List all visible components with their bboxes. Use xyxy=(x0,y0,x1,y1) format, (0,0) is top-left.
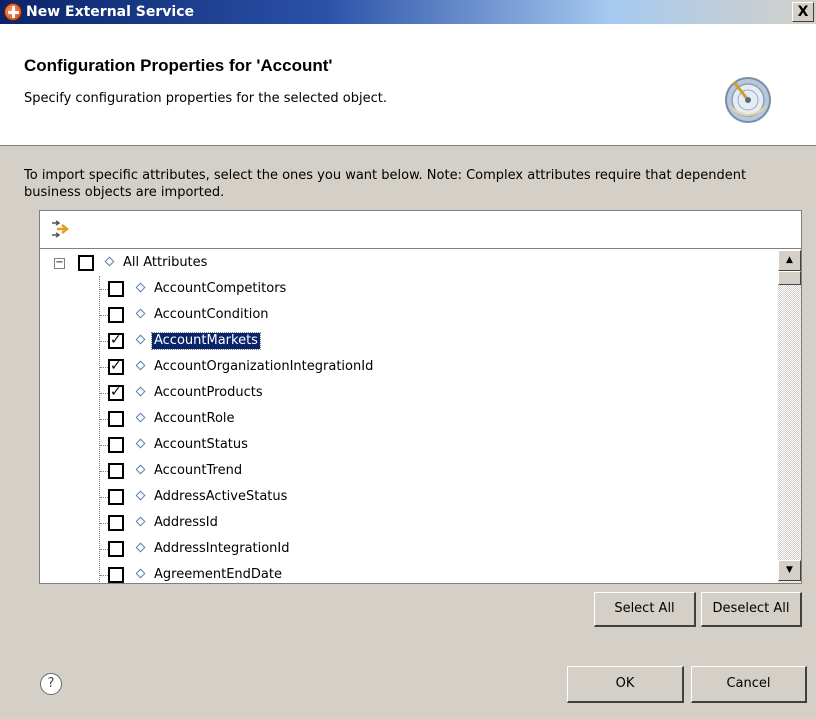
attribute-icon xyxy=(135,282,146,293)
attribute-label: AccountCompetitors xyxy=(154,281,287,296)
attribute-label: AccountRole xyxy=(154,411,235,426)
attribute-label: AccountOrganizationIntegrationId xyxy=(154,359,374,374)
attribute-icon xyxy=(135,438,146,449)
tree-root-label: All Attributes xyxy=(123,255,208,270)
title-bar: New External Service X xyxy=(0,0,816,24)
ok-button[interactable]: OK xyxy=(567,666,684,703)
attribute-checkbox[interactable] xyxy=(108,463,124,479)
attribute-checkbox[interactable] xyxy=(108,281,124,297)
attribute-icon xyxy=(135,464,146,475)
attribute-icon xyxy=(135,490,146,501)
tree-connector xyxy=(100,575,108,576)
attribute-checkbox[interactable] xyxy=(108,541,124,557)
attribute-icon xyxy=(135,412,146,423)
attribute-icon xyxy=(135,542,146,553)
wizard-header: Configuration Properties for 'Account' S… xyxy=(0,24,816,146)
attribute-icon xyxy=(135,308,146,319)
attribute-checkbox[interactable] xyxy=(108,307,124,323)
scroll-down-button[interactable]: ▼ xyxy=(778,560,801,581)
attribute-icon xyxy=(135,334,146,345)
collapse-icon[interactable]: − xyxy=(54,258,65,269)
tree-connector xyxy=(100,471,108,472)
tree-row[interactable]: AccountMarkets xyxy=(40,328,778,354)
app-icon xyxy=(4,3,22,21)
page-title: Configuration Properties for 'Account' xyxy=(24,56,333,75)
expand-tree-icon[interactable] xyxy=(49,219,69,239)
tree-toolbar xyxy=(40,211,801,249)
deselect-all-button[interactable]: Deselect All xyxy=(701,592,802,627)
cancel-button[interactable]: Cancel xyxy=(691,666,807,703)
instructions-text: To import specific attributes, select th… xyxy=(24,168,747,200)
tree-row[interactable]: AccountRole xyxy=(40,406,778,432)
attribute-tree: − All Attributes AccountCompetitors Accou… xyxy=(40,250,778,583)
attribute-label: AccountCondition xyxy=(154,307,269,322)
scroll-up-button[interactable]: ▲ xyxy=(778,250,801,271)
help-icon[interactable]: ? xyxy=(40,673,62,695)
tree-row[interactable]: AddressId xyxy=(40,510,778,536)
tree-row[interactable]: AccountProducts xyxy=(40,380,778,406)
tree-connector xyxy=(100,523,108,524)
page-description: Specify configuration properties for the… xyxy=(24,91,387,106)
tree-row[interactable]: AgreementEndDate xyxy=(40,562,778,583)
tree-connector xyxy=(100,445,108,446)
attribute-label: AccountProducts xyxy=(154,385,263,400)
tree-connector xyxy=(100,497,108,498)
gauge-wizard-icon xyxy=(725,77,771,123)
attribute-checkbox[interactable] xyxy=(108,489,124,505)
tree-connector xyxy=(100,419,108,420)
attribute-label: AccountMarkets xyxy=(151,332,261,350)
scroll-thumb[interactable] xyxy=(778,271,801,285)
tree-connector xyxy=(100,549,108,550)
tree-root-row[interactable]: − All Attributes xyxy=(40,250,778,276)
tree-connector xyxy=(100,315,108,316)
select-all-button[interactable]: Select All xyxy=(594,592,696,627)
attribute-label: AgreementEndDate xyxy=(154,567,282,582)
attribute-checkbox[interactable] xyxy=(108,437,124,453)
window-title: New External Service xyxy=(26,4,194,20)
attribute-checkbox[interactable] xyxy=(108,515,124,531)
tree-scrollbar[interactable]: ▲ ▼ xyxy=(778,250,801,583)
attribute-label: AccountStatus xyxy=(154,437,248,452)
attribute-icon xyxy=(135,386,146,397)
attribute-icon xyxy=(135,516,146,527)
attribute-label: AddressId xyxy=(154,515,218,530)
attribute-checkbox[interactable] xyxy=(108,358,124,375)
tree-connector xyxy=(100,289,108,290)
attribute-checkbox[interactable] xyxy=(108,567,124,583)
tree-row[interactable]: AddressActiveStatus xyxy=(40,484,778,510)
all-attributes-checkbox[interactable] xyxy=(78,255,94,271)
tree-row[interactable]: AccountOrganizationIntegrationId xyxy=(40,354,778,380)
tree-connector xyxy=(100,393,108,394)
attribute-icon xyxy=(135,360,146,371)
attribute-label: AddressActiveStatus xyxy=(154,489,288,504)
attribute-checkbox[interactable] xyxy=(108,384,124,401)
tree-row[interactable]: AddressIntegrationId xyxy=(40,536,778,562)
tree-row[interactable]: AccountTrend xyxy=(40,458,778,484)
attribute-tree-panel: − All Attributes AccountCompetitors Accou… xyxy=(39,210,802,584)
attribute-label: AddressIntegrationId xyxy=(154,541,290,556)
tree-connector xyxy=(100,367,108,368)
attribute-checkbox[interactable] xyxy=(108,332,124,349)
tree-row[interactable]: AccountStatus xyxy=(40,432,778,458)
tree-connector xyxy=(100,341,108,342)
attribute-label: AccountTrend xyxy=(154,463,243,478)
close-button[interactable]: X xyxy=(792,2,814,22)
tree-row[interactable]: AccountCondition xyxy=(40,302,778,328)
attribute-icon xyxy=(135,568,146,579)
attribute-icon xyxy=(104,256,115,267)
attribute-checkbox[interactable] xyxy=(108,411,124,427)
tree-row[interactable]: AccountCompetitors xyxy=(40,276,778,302)
